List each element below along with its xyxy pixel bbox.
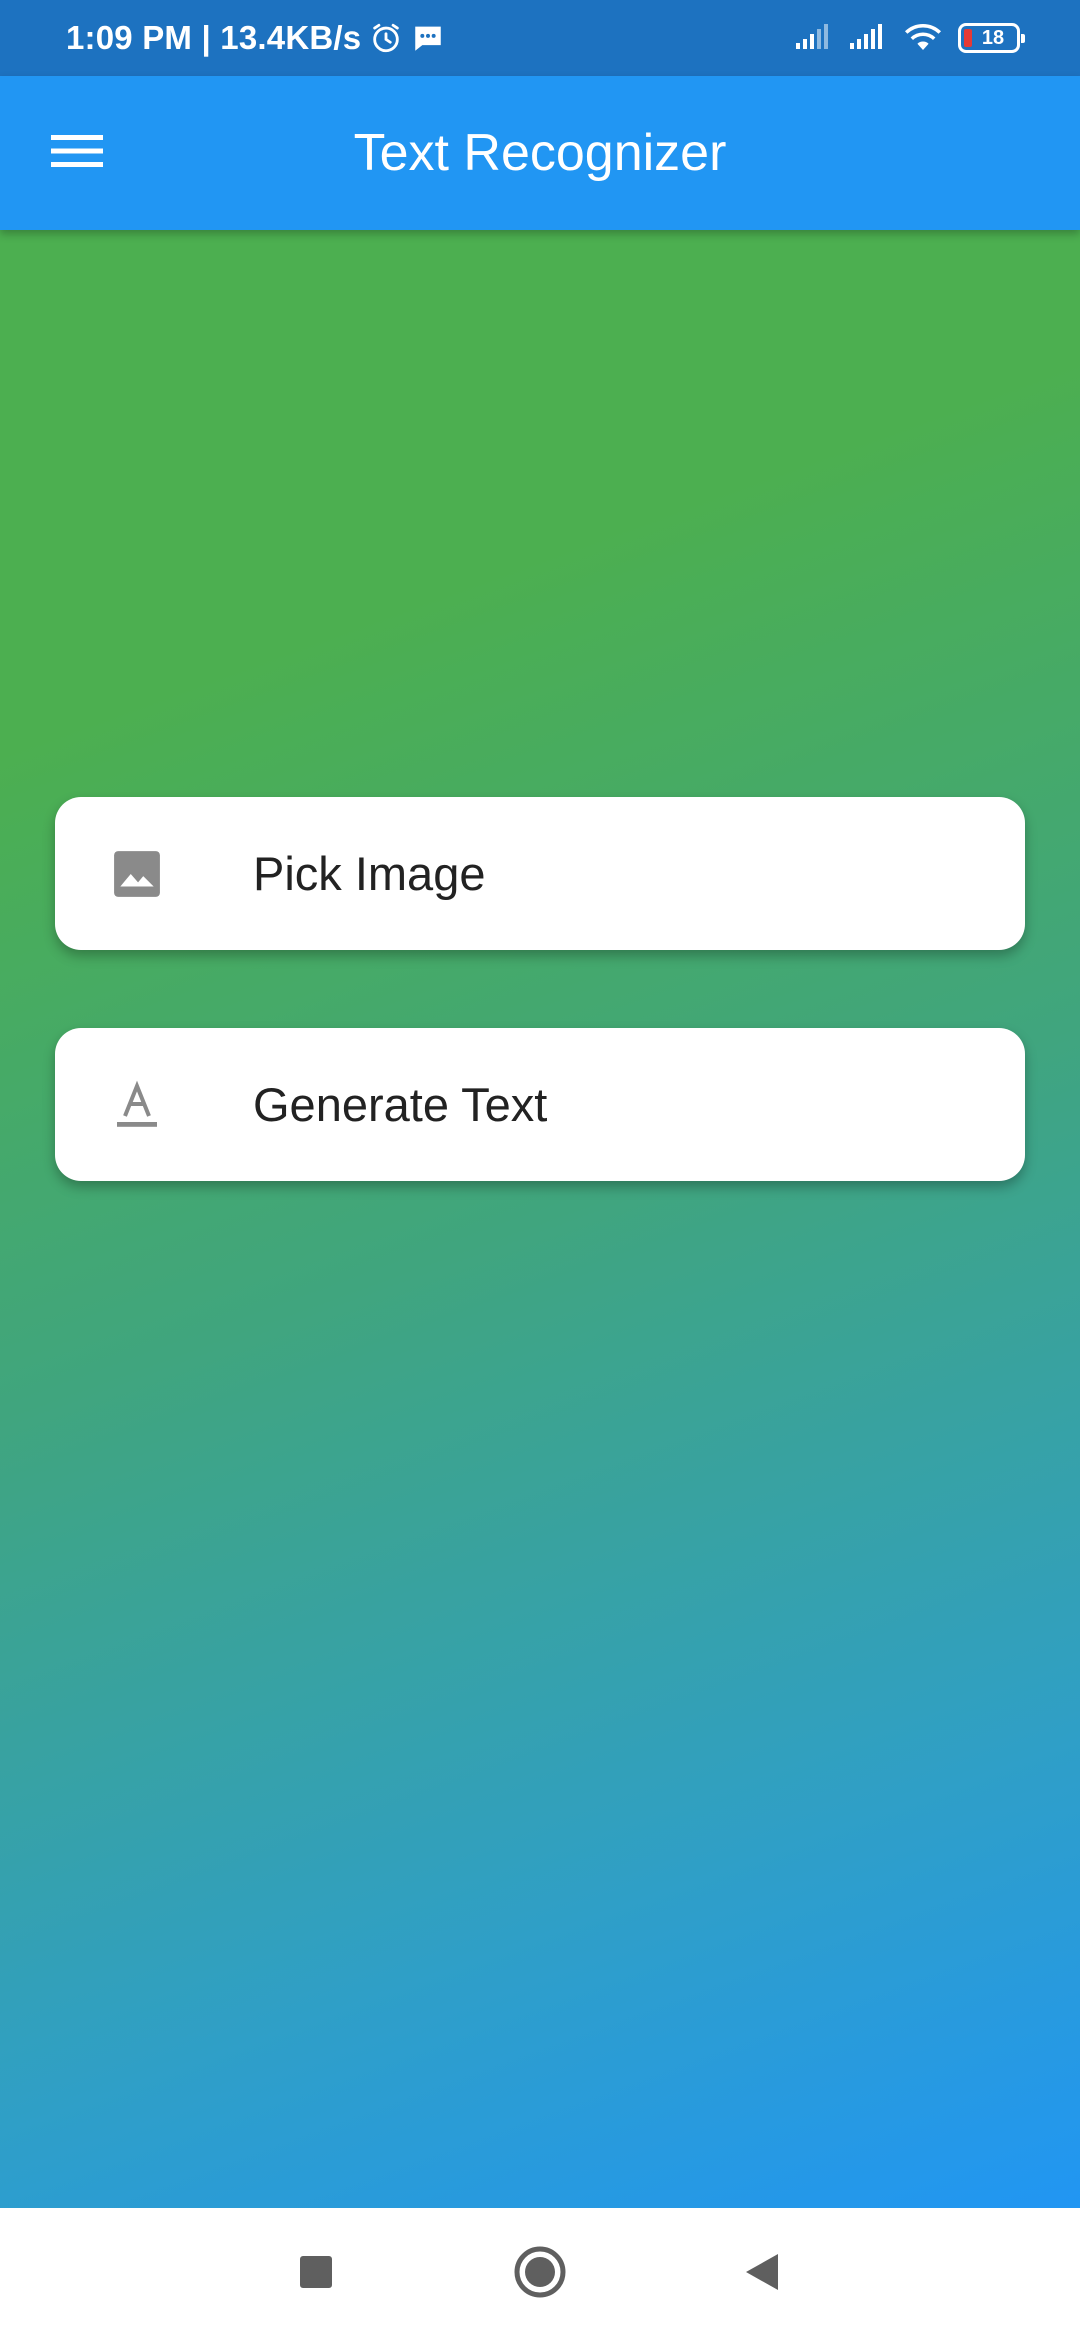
menu-icon (51, 131, 103, 176)
main-content (0, 230, 1080, 2208)
home-button[interactable] (490, 2208, 590, 2340)
status-bar: 1:09 PM | 13.4KB/s 18 (0, 0, 1080, 76)
battery-icon: 18 (958, 23, 1025, 53)
navigation-bar (0, 2208, 1080, 2340)
status-left: 1:09 PM | 13.4KB/s (66, 19, 445, 57)
recents-icon (299, 2255, 333, 2294)
pick-image-button[interactable]: Pick Image (55, 797, 1025, 950)
status-right: 18 (794, 20, 1025, 57)
back-button[interactable] (712, 2208, 812, 2340)
image-icon (107, 797, 167, 950)
signal-icon (848, 21, 888, 56)
alarm-icon (369, 21, 403, 55)
message-icon (411, 21, 445, 55)
status-time-speed: 1:09 PM | 13.4KB/s (66, 19, 362, 56)
home-icon (513, 2245, 567, 2304)
generate-text-button[interactable]: Generate Text (55, 1028, 1025, 1181)
back-icon (744, 2252, 780, 2297)
battery-level: 18 (981, 26, 1005, 49)
generate-text-label: Generate Text (253, 1078, 548, 1131)
page-title: Text Recognizer (353, 124, 727, 182)
signal-icon (794, 21, 834, 56)
app-bar: Text Recognizer (0, 76, 1080, 230)
wifi-icon (902, 20, 944, 57)
menu-button[interactable] (40, 116, 114, 190)
pick-image-label: Pick Image (253, 847, 486, 900)
recents-button[interactable] (266, 2208, 366, 2340)
text-format-icon (107, 1028, 167, 1181)
